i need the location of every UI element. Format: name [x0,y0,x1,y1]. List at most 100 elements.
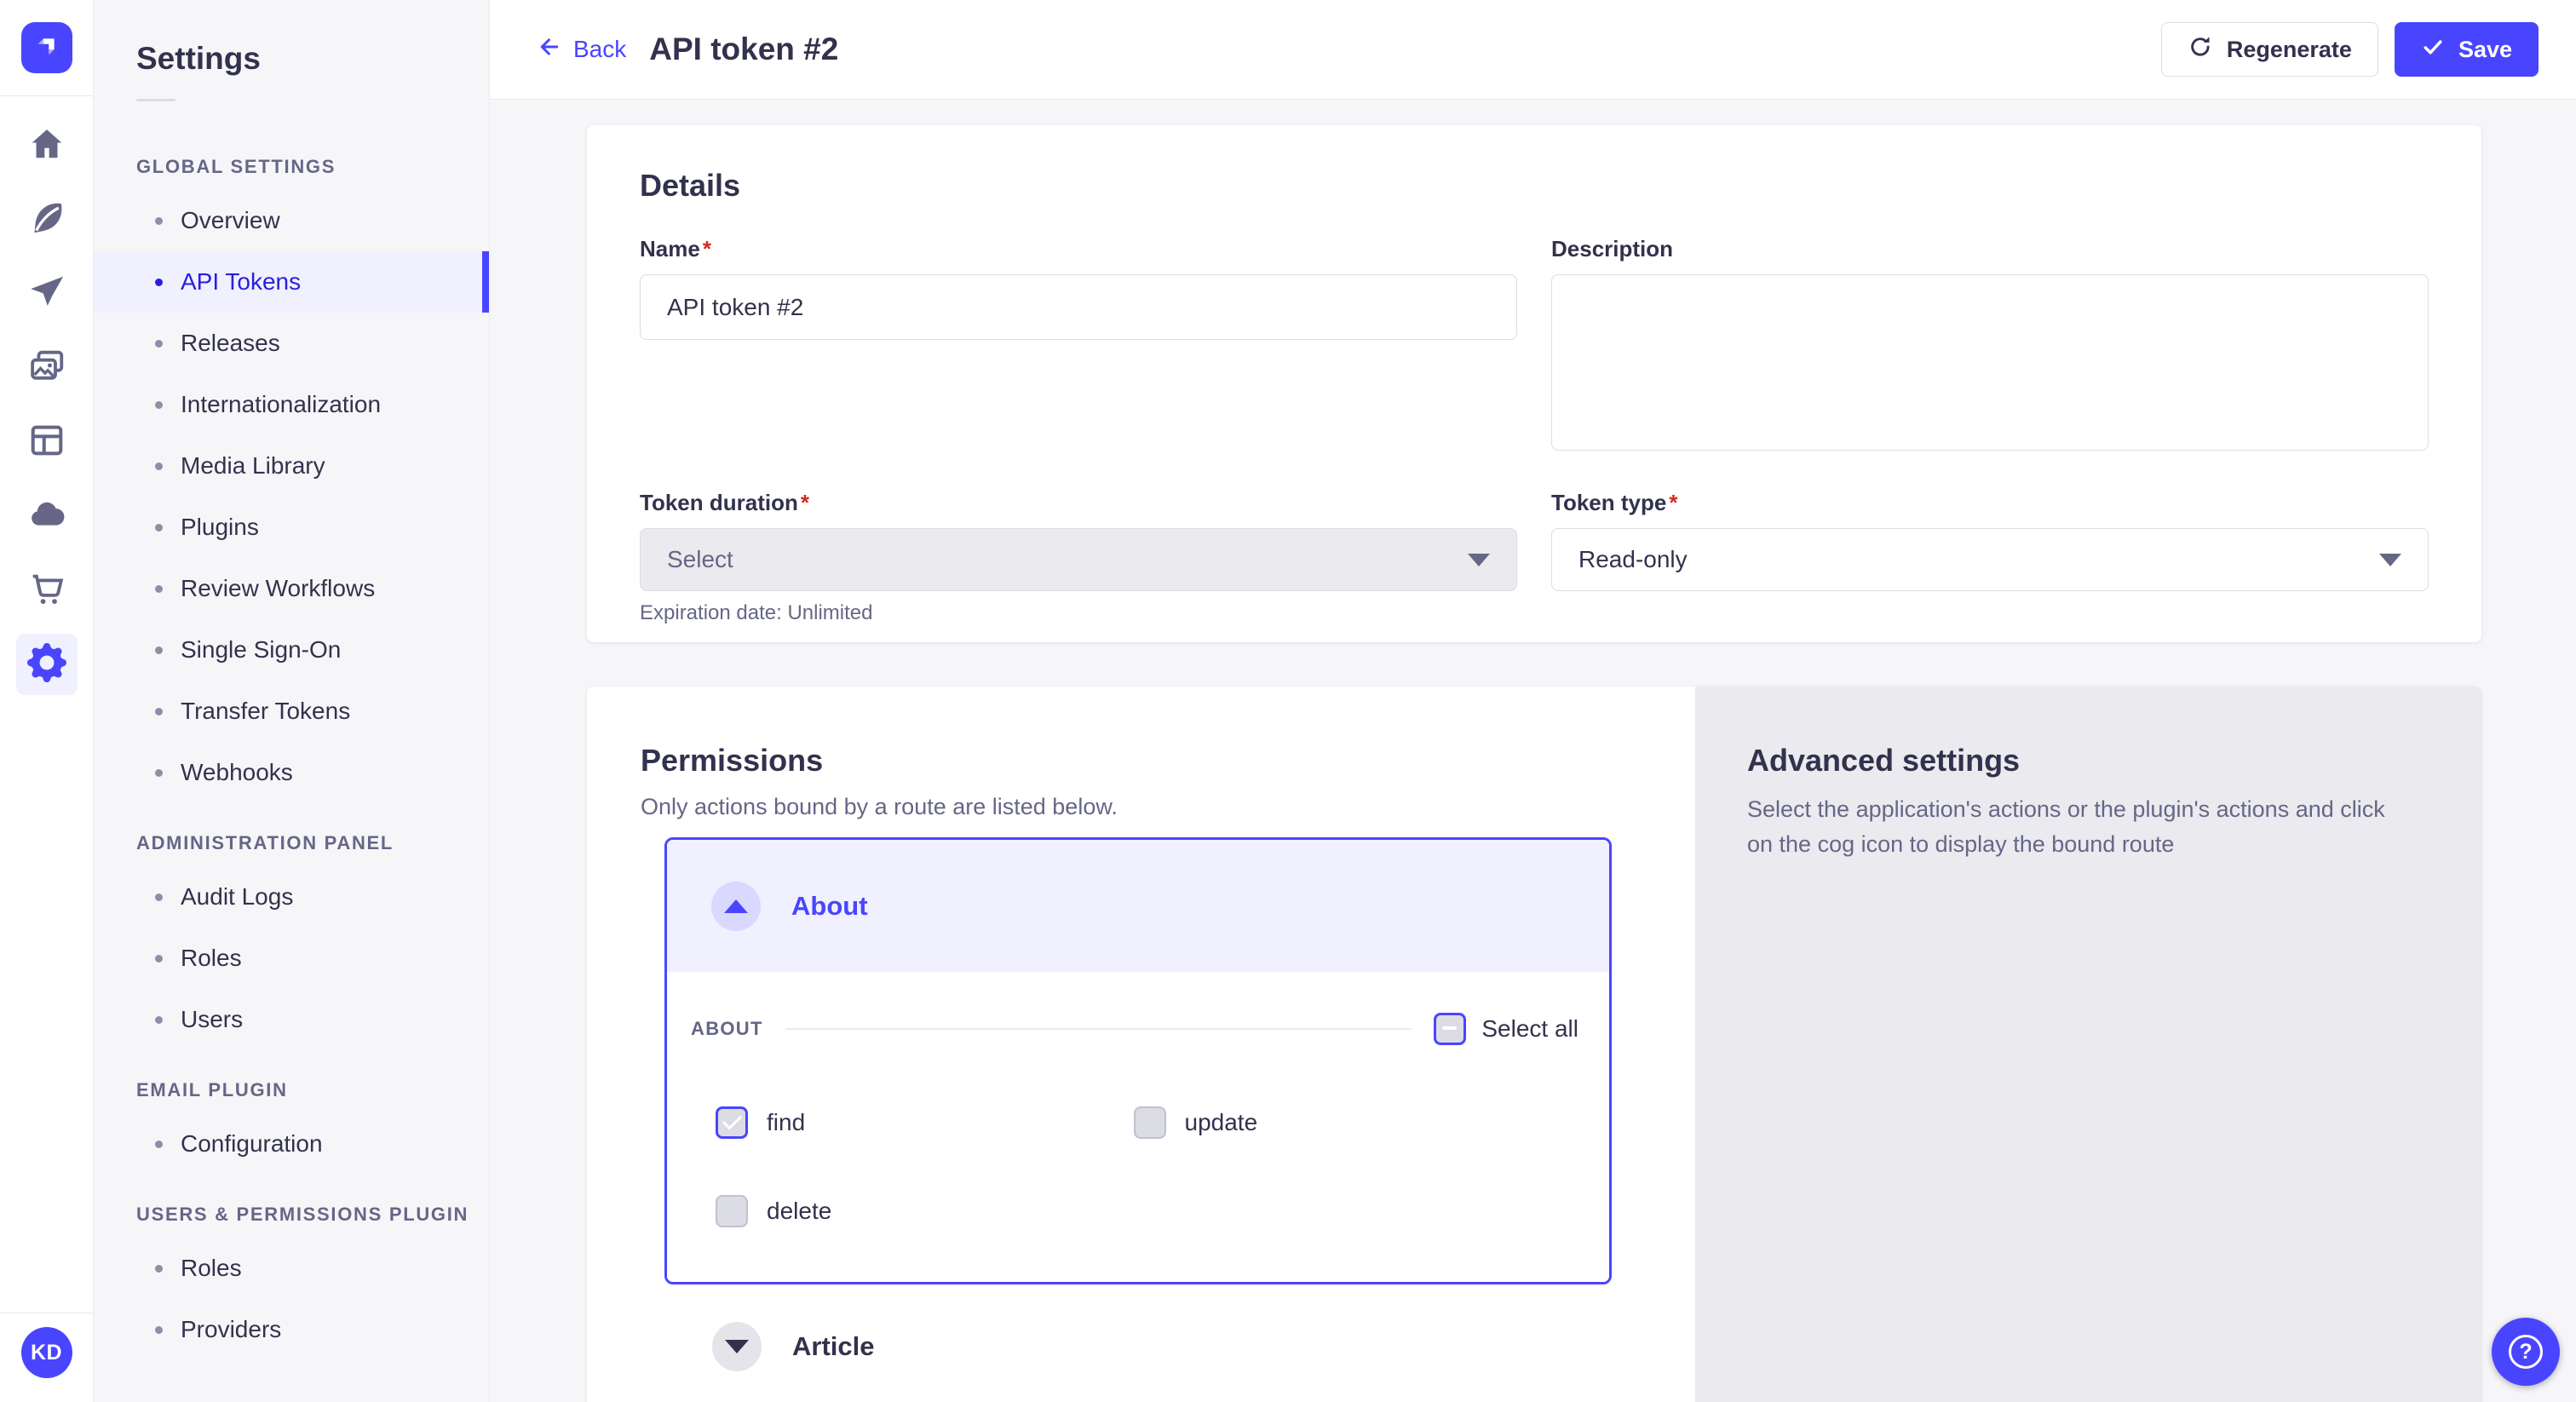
back-button[interactable]: Back [537,34,626,66]
chevron-down-icon [725,1340,749,1353]
sidebar-item-review-workflows[interactable]: Review Workflows [94,558,489,619]
strapi-settings-screen: KD Settings GLOBAL SETTINGS Overview API… [0,0,2576,1402]
article-accordion-label: Article [792,1331,874,1362]
bullet-icon [155,217,163,225]
token-duration-select[interactable]: Select [640,528,1517,591]
sidebar-item-internationalization[interactable]: Internationalization [94,374,489,435]
description-label: Description [1551,236,2429,262]
permission-update[interactable]: update [1134,1106,1552,1139]
save-label: Save [2458,37,2512,63]
rail-item-deploy[interactable] [16,486,78,547]
token-type-label: Token type* [1551,490,2429,516]
sidebar-title: Settings [136,41,489,77]
bullet-icon [155,955,163,962]
rail-item-content-manager[interactable] [16,189,78,250]
permission-find[interactable]: find [716,1106,1134,1139]
rail-item-settings[interactable] [16,634,78,695]
about-section-label: ABOUT [691,1018,763,1040]
nav-section-label: USERS & PERMISSIONS PLUGIN [136,1204,489,1226]
sidebar-item-admin-roles[interactable]: Roles [94,928,489,989]
about-accordion-body: ABOUT Select all find [667,972,1609,1282]
token-type-select[interactable]: Read-only [1551,528,2429,591]
token-duration-field-group: Token duration* Select Expiration date: … [640,490,1517,625]
sidebar-item-webhooks[interactable]: Webhooks [94,742,489,803]
permissions-title: Permissions [641,743,1695,779]
bullet-icon [155,1141,163,1148]
regenerate-button[interactable]: Regenerate [2161,22,2378,77]
home-icon [27,124,66,168]
find-checkbox[interactable] [716,1106,748,1139]
about-accordion: About ABOUT Select all [664,837,1612,1284]
help-button[interactable]: ? [2492,1318,2560,1386]
nav-section-label: EMAIL PLUGIN [136,1079,489,1101]
sidebar-item-email-configuration[interactable]: Configuration [94,1113,489,1175]
paper-plane-icon [27,273,66,316]
rail-item-media-library[interactable] [16,337,78,399]
sidebar-item-audit-logs[interactable]: Audit Logs [94,866,489,928]
cart-icon [27,569,66,612]
collapse-toggle-button[interactable] [711,882,761,931]
nav-section-label: ADMINISTRATION PANEL [136,832,489,854]
regenerate-label: Regenerate [2227,37,2352,63]
nav-section-email-plugin: EMAIL PLUGIN Configuration [94,1079,489,1175]
sidebar-item-single-sign-on[interactable]: Single Sign-On [94,619,489,681]
content-scroll-area: Details Name* Description Token duration… [490,101,2576,1402]
token-type-value: Read-only [1578,546,1688,573]
strapi-logo-icon [32,32,61,65]
chevron-down-icon [1468,554,1490,566]
page-header: Back API token #2 Regenerate Save [490,0,2576,100]
delete-checkbox[interactable] [716,1195,748,1227]
bullet-icon [155,585,163,593]
name-field-group: Name* [640,236,1517,340]
save-button[interactable]: Save [2395,22,2539,77]
bullet-icon [155,708,163,715]
update-checkbox[interactable] [1134,1106,1166,1139]
bullet-icon [155,1265,163,1273]
sidebar-item-releases[interactable]: Releases [94,313,489,374]
rail-item-content-type-builder[interactable] [16,411,78,473]
nav-section-label: GLOBAL SETTINGS [136,156,489,178]
advanced-settings-panel: Advanced settings Select the application… [1695,687,2481,1402]
description-textarea[interactable] [1551,274,2429,451]
sidebar-item-api-tokens[interactable]: API Tokens [94,251,489,313]
details-card: Details Name* Description Token duration… [587,125,2481,642]
article-accordion-header[interactable]: Article [712,1322,1695,1371]
select-all-control[interactable]: Select all [1434,1013,1578,1045]
bullet-icon [155,1326,163,1334]
strapi-logo[interactable] [21,22,72,73]
sidebar-item-media-library[interactable]: Media Library [94,435,489,497]
user-avatar[interactable]: KD [21,1327,72,1378]
sidebar-item-overview[interactable]: Overview [94,190,489,251]
feather-icon [27,198,66,242]
expand-toggle-button[interactable] [712,1322,762,1371]
bullet-icon [155,524,163,531]
advanced-settings-title: Advanced settings [1747,743,2393,779]
sidebar-item-up-roles[interactable]: Roles [94,1238,489,1299]
sidebar-item-admin-users[interactable]: Users [94,989,489,1050]
advanced-settings-description: Select the application's actions or the … [1747,792,2393,862]
sidebar-item-up-providers[interactable]: Providers [94,1299,489,1360]
chevron-up-icon [724,899,748,913]
rail-item-releases[interactable] [16,263,78,325]
about-accordion-header[interactable]: About [667,840,1609,972]
rail-item-marketplace[interactable] [16,560,78,621]
sidebar-item-plugins[interactable]: Plugins [94,497,489,558]
bullet-icon [155,279,163,286]
about-accordion-label: About [791,891,868,922]
bullet-icon [155,401,163,409]
name-label: Name* [640,236,1517,262]
name-input[interactable] [640,274,1517,340]
expiration-hint: Expiration date: Unlimited [640,601,1517,625]
section-divider [785,1028,1412,1030]
bullet-icon [155,646,163,654]
permission-delete[interactable]: delete [716,1195,1134,1227]
details-title: Details [640,168,2429,204]
sidebar-title-divider [136,99,175,101]
arrow-left-icon [537,34,562,66]
gear-icon [27,643,66,687]
sidebar-item-transfer-tokens[interactable]: Transfer Tokens [94,681,489,742]
select-all-checkbox[interactable] [1434,1013,1466,1045]
permissions-panel: Permissions Only actions bound by a rout… [587,687,1695,1402]
settings-sidebar: Settings GLOBAL SETTINGS Overview API To… [94,0,490,1402]
rail-item-home[interactable] [16,115,78,176]
